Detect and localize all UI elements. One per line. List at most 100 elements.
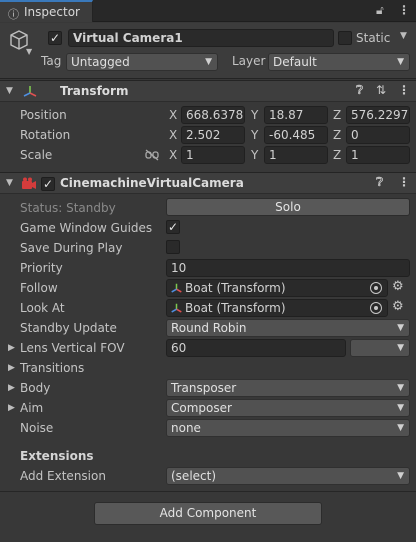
chevron-down-icon: ▼ [397,323,404,333]
add-component-button[interactable]: Add Component [94,502,322,525]
body-label[interactable]: Body [20,381,50,395]
position-x-label[interactable]: X [169,108,177,122]
save-during-play-checkbox[interactable] [166,240,180,254]
extensions-heading: Extensions [20,449,94,463]
lens-vertical-fov-label[interactable]: Lens Vertical FOV [20,341,125,355]
transform-header[interactable]: ▼ Transform ❔︎ ⇅ ⋮ [0,80,416,102]
aim-dropdown[interactable]: Composer ▼ [166,399,410,417]
position-z-field[interactable]: 576.2297 [346,106,410,124]
scale-x-label[interactable]: X [169,148,177,162]
rotation-label: Rotation [20,128,71,142]
rotation-y-field[interactable]: -60.485 [264,126,328,144]
aim-label[interactable]: Aim [20,401,43,415]
scale-x-field[interactable]: 1 [181,146,245,164]
kebab-menu-icon[interactable]: ⋮ [398,3,410,17]
inspector-tab-label: Inspector [24,5,80,19]
status-label: Status: Standby [20,201,116,215]
chevron-down-icon: ▼ [397,343,404,353]
tag-label: Tag [41,54,62,68]
rotation-x-label[interactable]: X [169,128,177,142]
scale-z-field[interactable]: 1 [346,146,410,164]
rotation-z-label[interactable]: Z [333,128,341,142]
rotation-y-label[interactable]: Y [251,128,258,142]
position-z-label[interactable]: Z [333,108,341,122]
vcam-header[interactable]: ▼ ✓ CinemachineVirtualCamera ❔︎ ⋮ [0,172,416,194]
info-icon: ⓘ [8,8,19,21]
vcam-title: CinemachineVirtualCamera [60,176,244,190]
static-checkbox[interactable] [338,31,352,45]
presets-icon[interactable]: ⇅ [376,83,386,97]
object-picker-icon[interactable] [370,282,382,294]
gameobject-name-field[interactable]: Virtual Camera1 [68,29,334,47]
gear-icon[interactable]: ⚙︎ [392,279,404,294]
look-at-label: Look At [20,301,65,315]
foldout-closed-icon[interactable]: ▶ [8,383,15,393]
gameobject-active-checkbox[interactable]: ✓ [48,31,62,45]
transform-axes-icon [23,86,37,97]
position-y-field[interactable]: 18.87 [264,106,328,124]
layer-label: Layer [232,54,266,68]
help-icon[interactable]: ❔︎ [376,175,383,190]
noise-value: none [171,421,201,435]
look-at-field[interactable]: Boat (Transform) [166,299,388,317]
constrain-proportions-icon[interactable] [145,149,159,161]
foldout-closed-icon[interactable]: ▶ [8,403,15,413]
component-menu-icon[interactable]: ⋮ [398,175,410,189]
standby-update-value: Round Robin [171,321,247,335]
tag-dropdown[interactable]: Untagged ▼ [66,53,218,71]
layer-dropdown[interactable]: Default ▼ [268,53,410,71]
follow-field[interactable]: Boat (Transform) [166,279,388,297]
position-x-field[interactable]: 668.6378 [181,106,245,124]
transitions-label[interactable]: Transitions [20,361,84,375]
noise-dropdown[interactable]: none ▼ [166,419,410,437]
game-window-guides-label: Game Window Guides [20,221,153,235]
look-at-value: Boat (Transform) [185,301,286,315]
solo-button[interactable]: Solo [166,198,410,216]
layer-value: Default [273,55,317,69]
follow-label: Follow [20,281,58,295]
scale-y-field[interactable]: 1 [264,146,328,164]
standby-update-label: Standby Update [20,321,117,335]
transform-axes-icon [171,303,182,313]
cinemachine-camera-icon [22,177,36,189]
scale-z-label[interactable]: Z [333,148,341,162]
tag-value: Untagged [71,55,130,69]
static-dropdown-arrow-icon[interactable]: ▼ [400,31,407,41]
divider [0,491,416,492]
foldout-closed-icon[interactable]: ▶ [8,343,15,353]
lens-preset-dropdown[interactable]: ▼ [350,339,410,357]
scale-y-label[interactable]: Y [251,148,258,162]
foldout-open-icon[interactable]: ▼ [6,86,13,96]
help-icon[interactable]: ❔︎ [356,83,363,98]
add-extension-dropdown[interactable]: (select) ▼ [166,467,410,485]
priority-field[interactable]: 10 [166,259,410,277]
lock-icon[interactable]: 🔓︎ [376,3,384,18]
icon-dropdown-arrow-icon[interactable]: ▼ [26,47,32,56]
add-extension-label: Add Extension [20,469,106,483]
vcam-enabled-checkbox[interactable]: ✓ [41,177,55,191]
position-label: Position [20,108,67,122]
lens-vertical-fov-field[interactable]: 60 [166,339,346,357]
foldout-closed-icon[interactable]: ▶ [8,363,15,373]
rotation-x-field[interactable]: 2.502 [181,126,245,144]
static-label: Static [356,31,391,45]
save-during-play-label: Save During Play [20,241,123,255]
rotation-z-field[interactable]: 0 [346,126,410,144]
inspector-tab-bar: ⓘ Inspector 🔓︎ ⋮ [0,0,416,22]
standby-update-dropdown[interactable]: Round Robin ▼ [166,319,410,337]
foldout-open-icon[interactable]: ▼ [6,178,13,188]
chevron-down-icon: ▼ [397,403,404,413]
object-picker-icon[interactable] [370,302,382,314]
gear-icon[interactable]: ⚙︎ [392,299,404,314]
body-value: Transposer [171,381,237,395]
chevron-down-icon: ▼ [397,423,404,433]
aim-value: Composer [171,401,232,415]
add-extension-value: (select) [171,469,217,483]
body-dropdown[interactable]: Transposer ▼ [166,379,410,397]
noise-label: Noise [20,421,54,435]
chevron-down-icon: ▼ [205,57,212,67]
position-y-label[interactable]: Y [251,108,258,122]
component-menu-icon[interactable]: ⋮ [398,83,410,97]
game-window-guides-checkbox[interactable]: ✓ [166,220,180,234]
inspector-tab[interactable]: ⓘ Inspector [0,0,93,22]
